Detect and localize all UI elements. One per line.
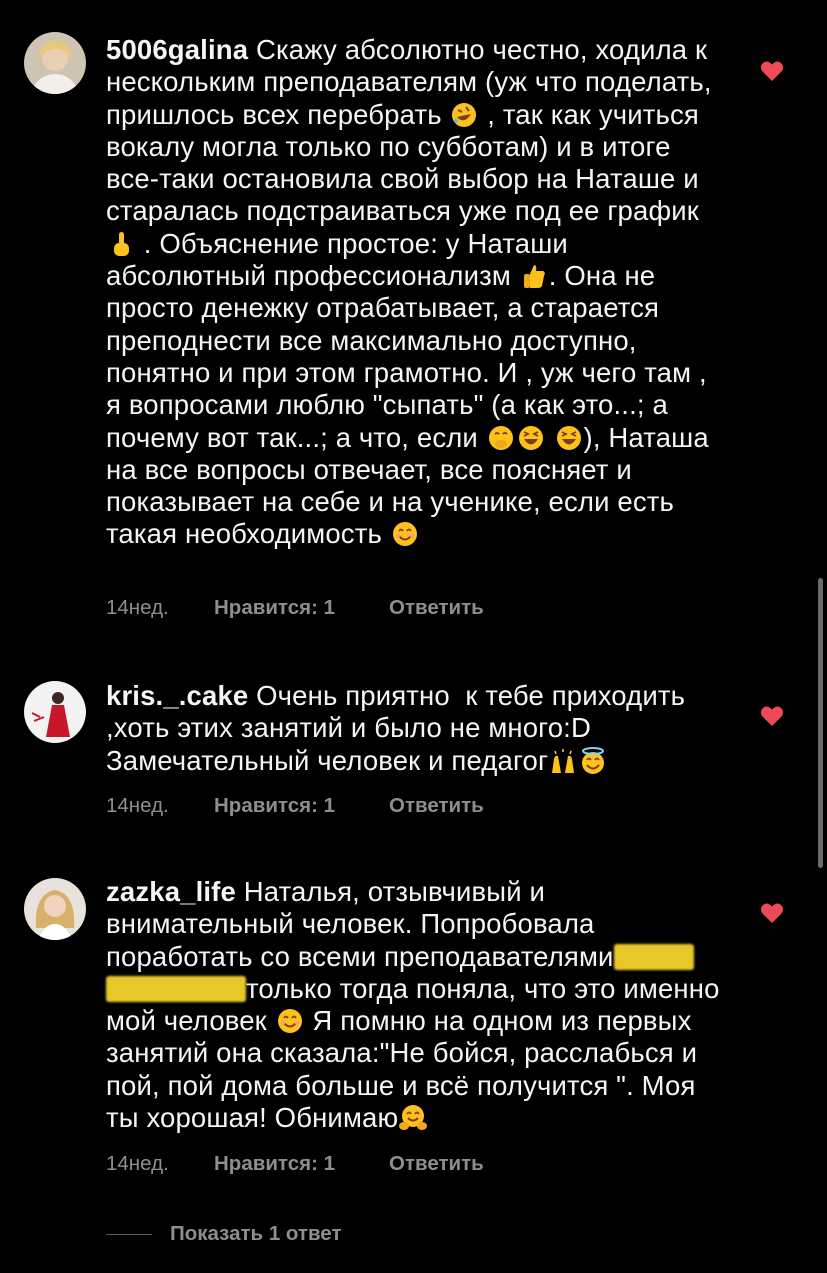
comment-body: . Объяснение простое: у Наташи абсолютны… bbox=[106, 227, 576, 292]
timestamp: 14нед. bbox=[106, 596, 169, 619]
likes-count-link[interactable]: Нравится: 1 bbox=[214, 1152, 389, 1176]
smiling-eyes-emoji bbox=[391, 520, 419, 548]
username[interactable]: kris._.cake bbox=[106, 680, 248, 711]
grinning-squinting-emoji bbox=[555, 424, 583, 452]
grinning-squinting-emoji bbox=[517, 424, 545, 452]
redaction-mark bbox=[106, 975, 246, 1002]
comment-text: zazka_life Наталья, отзывчивый и внимате… bbox=[106, 876, 726, 1134]
hand-over-mouth-emoji bbox=[487, 424, 515, 452]
reply-button[interactable]: Ответить bbox=[389, 794, 484, 818]
show-replies-label[interactable]: Показать 1 ответ bbox=[170, 1222, 341, 1246]
avatar[interactable] bbox=[24, 681, 86, 743]
pointing-up-emoji bbox=[107, 230, 135, 258]
avatar[interactable] bbox=[24, 878, 86, 940]
comment-meta: 14нед. Нравится: 1 Ответить bbox=[106, 1152, 484, 1176]
username[interactable]: 5006galina bbox=[106, 34, 248, 65]
timestamp: 14нед. bbox=[106, 1152, 169, 1175]
comment-meta: 14нед. Нравится: 1 Ответить bbox=[106, 596, 484, 620]
like-heart-icon[interactable] bbox=[760, 705, 784, 727]
likes-count-link[interactable]: Нравится: 1 bbox=[214, 596, 389, 620]
show-replies-button[interactable]: Показать 1 ответ bbox=[106, 1222, 341, 1246]
avatar[interactable] bbox=[24, 32, 86, 94]
raising-hands-emoji bbox=[549, 747, 577, 775]
timestamp: 14нед. bbox=[106, 794, 169, 817]
reply-button[interactable]: Ответить bbox=[389, 1152, 484, 1176]
rofl-emoji bbox=[450, 101, 478, 129]
likes-count-link[interactable]: Нравится: 1 bbox=[214, 794, 389, 818]
comment-text: 5006galina Скажу абсолютно честно, ходил… bbox=[106, 34, 726, 551]
redaction-mark bbox=[613, 943, 694, 970]
smiling-eyes-emoji bbox=[276, 1007, 304, 1035]
reply-button[interactable]: Ответить bbox=[389, 596, 484, 620]
hugging-emoji bbox=[399, 1104, 428, 1132]
like-heart-icon[interactable] bbox=[760, 902, 784, 924]
halo-emoji bbox=[579, 746, 607, 775]
scrollbar[interactable] bbox=[818, 578, 823, 868]
thumbs-up-emoji bbox=[520, 262, 548, 290]
like-heart-icon[interactable] bbox=[760, 60, 784, 82]
replies-divider bbox=[106, 1233, 152, 1235]
comment-text: kris._.cake Очень приятно к тебе приходи… bbox=[106, 680, 726, 777]
username[interactable]: zazka_life bbox=[106, 876, 236, 907]
comment-meta: 14нед. Нравится: 1 Ответить bbox=[106, 794, 484, 818]
